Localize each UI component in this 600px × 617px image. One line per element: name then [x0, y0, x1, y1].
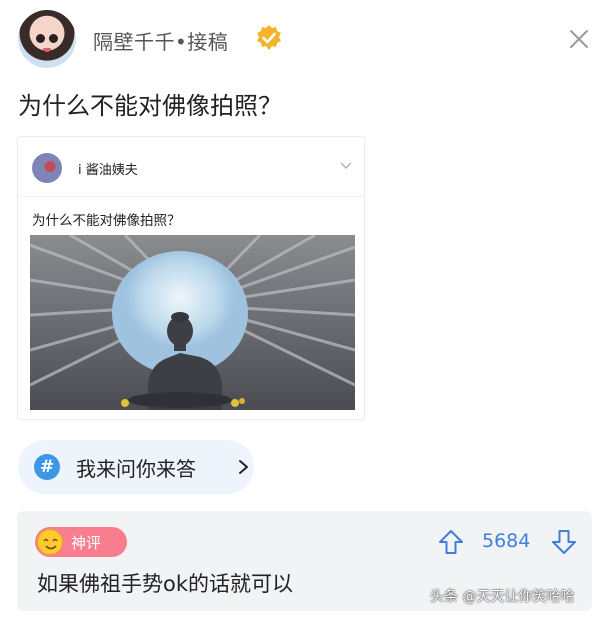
comment-text: 如果佛祖手势ok的话就可以	[37, 572, 294, 596]
card-question-text: 为什么不能对佛像拍照？	[32, 213, 181, 229]
post-header: 隔壁千千•接稿	[0, 0, 600, 78]
author-avatar[interactable]	[18, 10, 76, 68]
badge-label: 神评	[71, 534, 102, 552]
card-author-avatar[interactable]	[32, 153, 62, 183]
ask-answer-topic-button[interactable]: # 我来问你来答	[18, 440, 254, 494]
top-comment-badge: 神评	[35, 527, 127, 557]
hashtag-icon: #	[34, 454, 60, 480]
thumbs-up-arrow-icon[interactable]	[438, 529, 464, 555]
close-icon[interactable]	[566, 26, 592, 52]
author-name[interactable]: 隔壁千千•接稿	[93, 26, 228, 55]
source-watermark: 头条 @天天让你笑哈哈	[430, 589, 575, 605]
post-title: 为什么不能对佛像拍照？	[18, 92, 282, 120]
embedded-post-card[interactable]: i 酱油姨夫 为什么不能对佛像拍照？	[17, 136, 365, 420]
verified-badge-icon	[257, 25, 281, 50]
chevron-down-icon[interactable]	[340, 161, 352, 171]
card-header: i 酱油姨夫	[18, 137, 364, 197]
smiley-icon	[37, 529, 63, 555]
chevron-right-icon	[239, 460, 248, 474]
like-count: 5684	[482, 530, 531, 552]
thumbs-down-arrow-icon[interactable]	[551, 529, 577, 555]
card-author-name[interactable]: i 酱油姨夫	[78, 159, 138, 178]
buddha-statue-photo[interactable]	[30, 235, 355, 410]
topic-button-label: 我来问你来答	[76, 457, 196, 481]
